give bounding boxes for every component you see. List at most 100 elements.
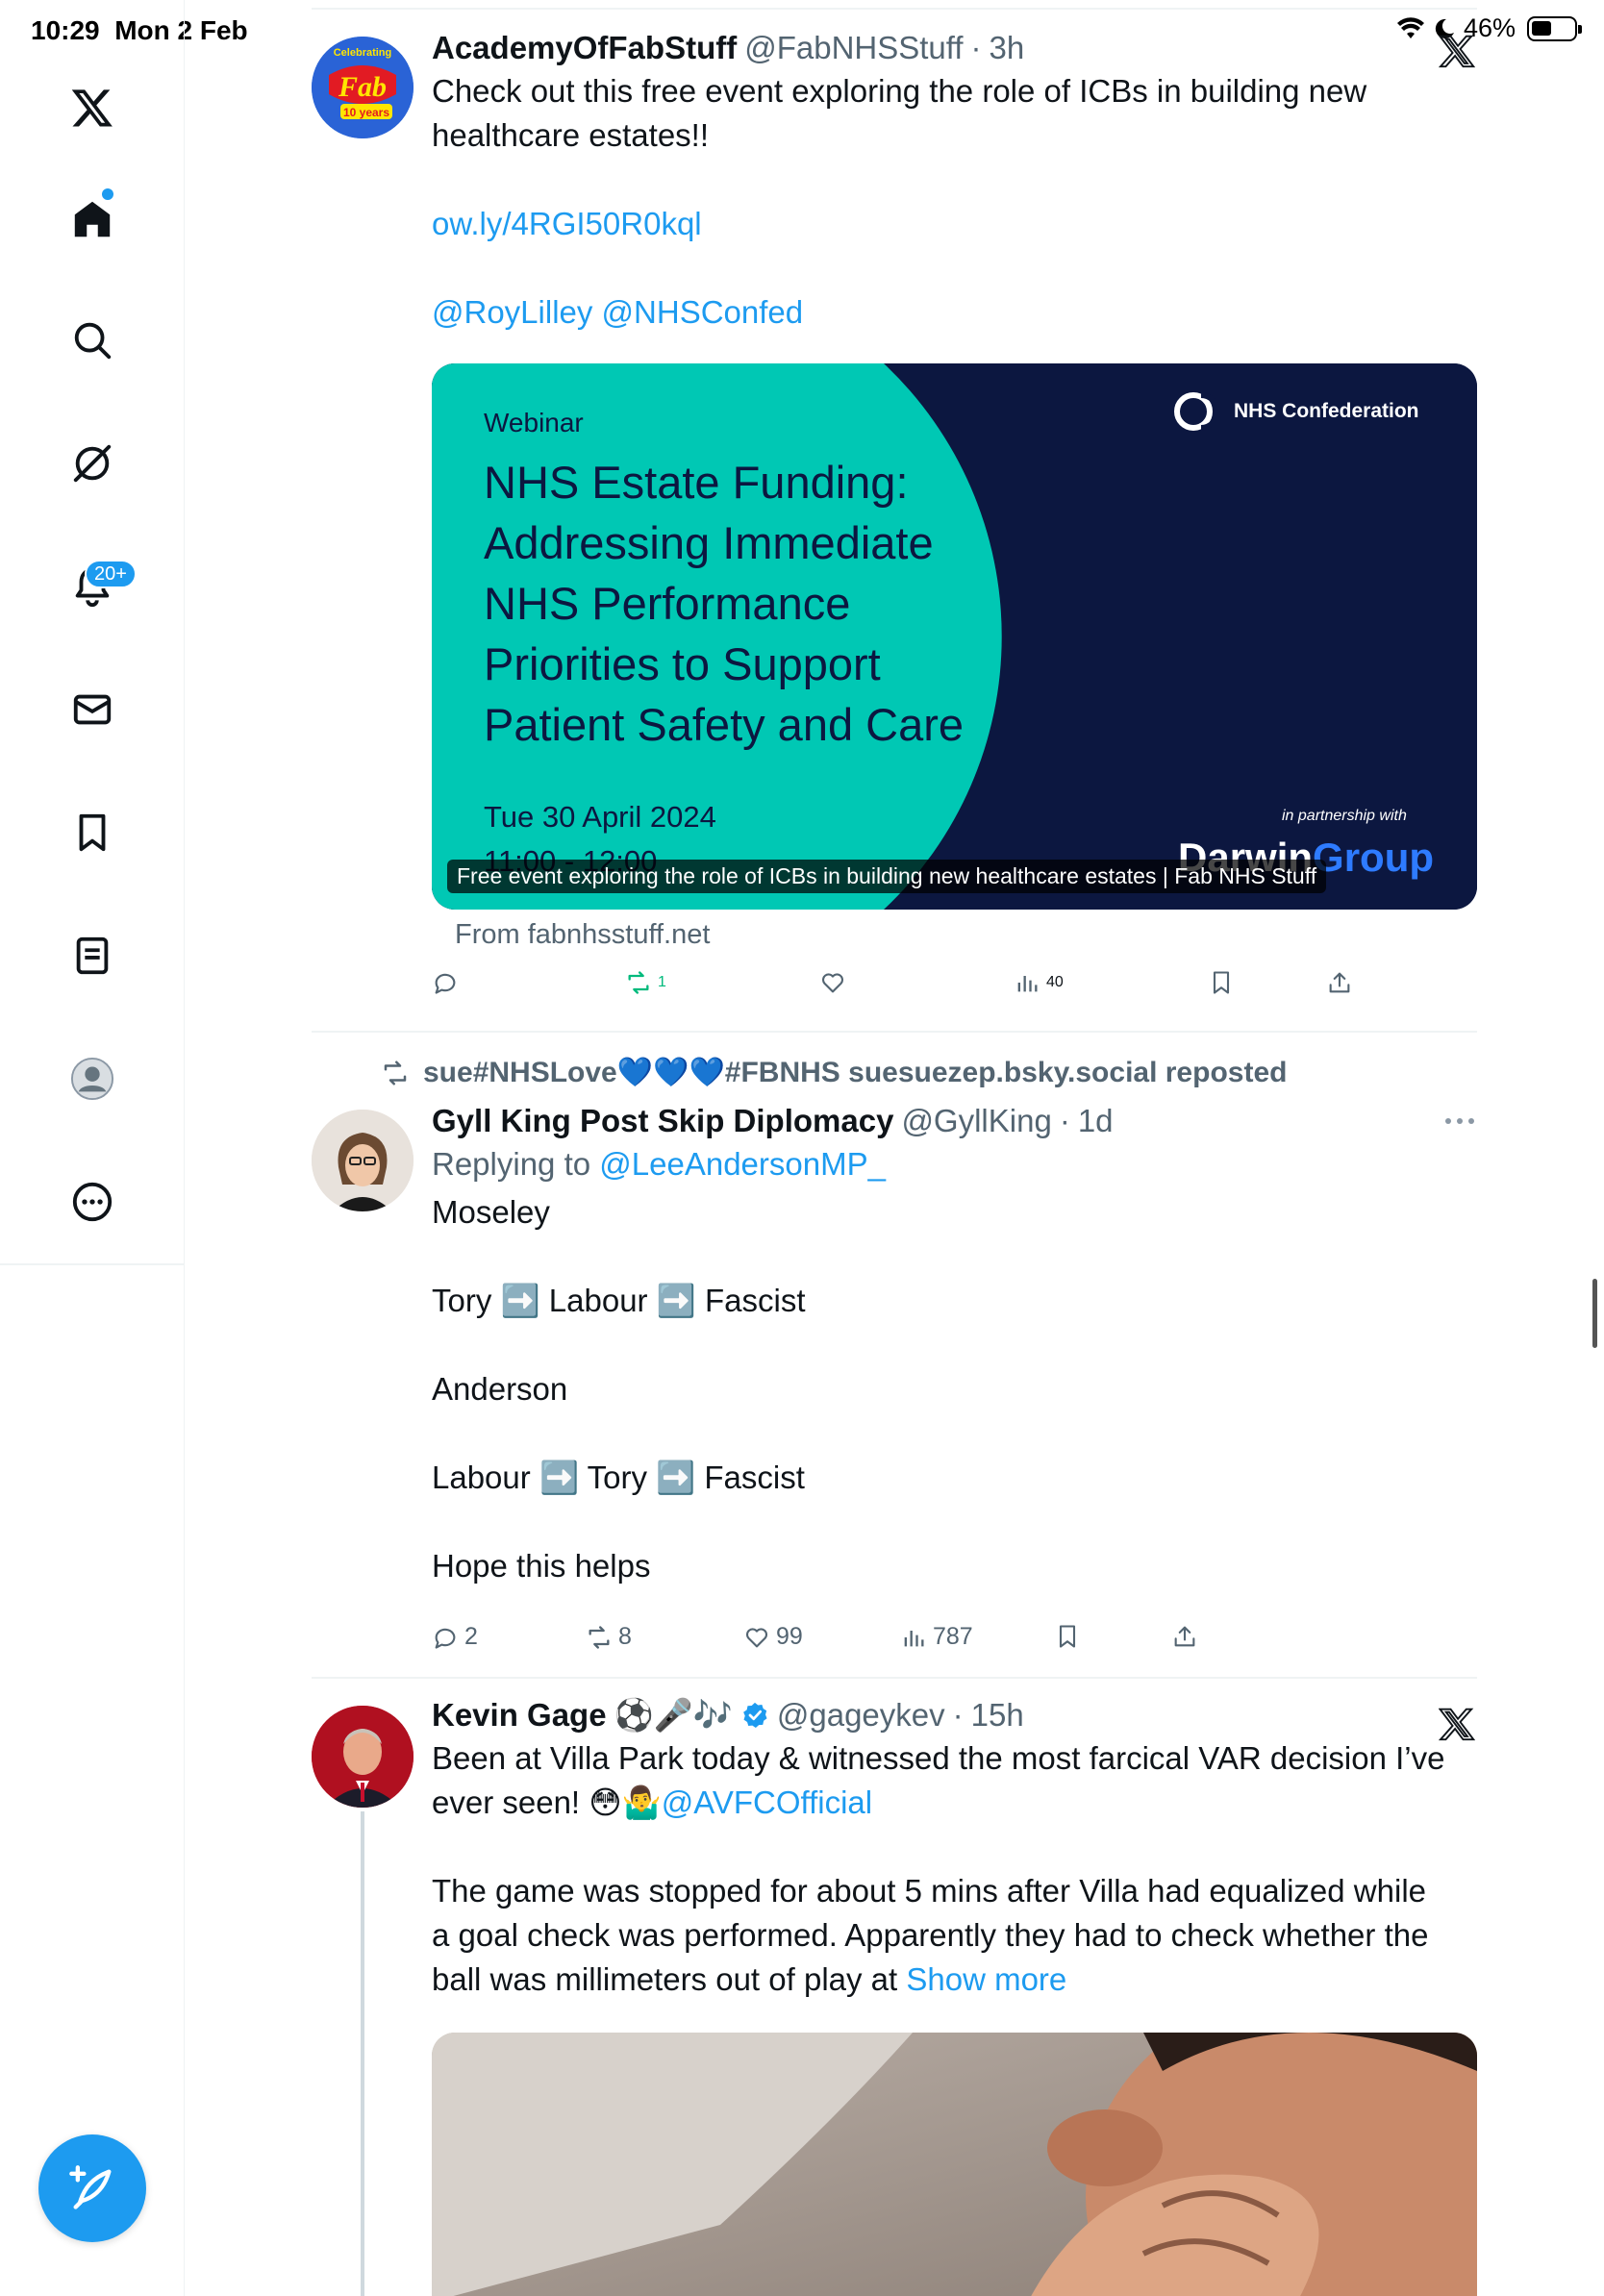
text-segment: ever seen! 😳🤷‍♂️ [432, 1784, 662, 1820]
avatar[interactable] [312, 1110, 414, 1211]
repost-icon [628, 971, 649, 994]
reply-button[interactable]: 2 [432, 1623, 478, 1651]
tweet-link[interactable]: ow.ly/4RGI50R0kql [432, 202, 1477, 246]
display-name[interactable]: Gyll King Post Skip Diplomacy [432, 1102, 893, 1140]
notification-count-badge: 20+ [85, 560, 137, 588]
share-icon [1329, 972, 1350, 993]
tweet-line: Tory ➡️ Labour ➡️ Fascist [432, 1279, 1477, 1323]
show-more-link[interactable]: Show more [906, 1961, 1066, 1997]
scroll-indicator[interactable] [1592, 1279, 1597, 1348]
views-button[interactable]: 787 [900, 1623, 973, 1651]
card-caption: Free event exploring the role of ICBs in… [447, 860, 1327, 893]
profile-avatar-icon[interactable] [54, 1040, 131, 1117]
timestamp[interactable]: 15h [971, 1696, 1024, 1734]
more-options-icon[interactable] [54, 1163, 131, 1240]
card-org-logo: NHS Confederation [1234, 400, 1419, 422]
reply-icon [435, 1628, 456, 1649]
sidebar-divider [0, 1263, 185, 1265]
views-bar-chart-icon [1017, 976, 1038, 992]
card-date: Tue 30 April 2024 [484, 800, 716, 834]
search-icon[interactable] [54, 302, 131, 379]
tweet-mentions[interactable]: @RoyLilley @NHSConfed [432, 290, 1477, 335]
avatar-text-middle: Fab [338, 71, 387, 103]
tweet-body: Kevin Gage ⚽🎤🎶 @gageykev · 15h Been at V… [432, 1696, 1477, 2002]
avatar[interactable]: Celebrating Fab 10 years [312, 37, 414, 138]
tweet-header: Kevin Gage ⚽🎤🎶 @gageykev · 15h [432, 1696, 1477, 1734]
display-name[interactable]: Kevin Gage [432, 1696, 607, 1734]
views-count: 40 [1046, 974, 1064, 990]
timestamp[interactable]: 3h [990, 29, 1025, 67]
x-logo-icon [1439, 35, 1475, 68]
handle[interactable]: @gageykev [777, 1696, 945, 1734]
home-icon[interactable] [54, 181, 131, 258]
tweet-line: Hope this helps [432, 1548, 651, 1584]
like-button[interactable]: 99 [743, 1623, 803, 1651]
repost-context[interactable]: sue#NHSLove💙💙💙#FBNHS suesuezep.bsky.soci… [381, 1056, 1287, 1089]
facepalm-photo [432, 2033, 1477, 2296]
tweet-header: Gyll King Post Skip Diplomacy @GyllKing … [432, 1102, 1477, 1140]
lists-icon[interactable] [54, 917, 131, 994]
share-button[interactable] [1171, 1623, 1198, 1650]
verified-badge-icon [742, 1702, 767, 1728]
avatar-photo [312, 1110, 414, 1211]
tweet-gyllking[interactable]: sue#NHSLove💙💙💙#FBNHS suesuezep.bsky.soci… [312, 1056, 1477, 1671]
link-preview-card[interactable]: Webinar NHS Estate Funding: Addressing I… [432, 363, 1477, 910]
tweet-line: Anderson [432, 1371, 568, 1407]
repost-icon [589, 1625, 610, 1649]
word: Fascist [704, 1283, 806, 1318]
messages-envelope-icon[interactable] [54, 671, 131, 748]
avatar[interactable] [312, 1706, 414, 1808]
word: Tory [587, 1460, 647, 1495]
x-logo-icon [1439, 1708, 1475, 1741]
word: Fascist [704, 1460, 805, 1495]
tweet-media-image[interactable] [432, 2033, 1477, 2296]
avatar-text-bottom: 10 years [343, 106, 389, 119]
tweet-line: Been at Villa Park today & witnessed the… [432, 1740, 1445, 1776]
reply-count: 2 [464, 1623, 478, 1650]
bookmark-button[interactable] [1054, 1623, 1081, 1650]
reply-button[interactable] [432, 969, 459, 996]
word: Labour [432, 1460, 531, 1495]
card-title-line: Priorities to Support [484, 638, 881, 689]
share-icon [1174, 1626, 1195, 1647]
heart-icon [821, 973, 844, 993]
bookmark-icon [1213, 971, 1230, 994]
tweet-header: AcademyOfFabStuff @FabNHSStuff · 3h [432, 29, 1477, 67]
like-count: 99 [776, 1623, 803, 1650]
bookmarks-icon[interactable] [54, 794, 131, 871]
like-button[interactable] [819, 969, 846, 996]
handle[interactable]: @GyllKing [901, 1102, 1051, 1140]
x-logo-icon[interactable] [54, 69, 131, 146]
fab-10-years-logo: Celebrating Fab 10 years [312, 37, 414, 138]
tweet-line: ever seen! 😳🤷‍♂️@AVFCOfficial [432, 1781, 1477, 1825]
right-arrow-icon: ➡️ [656, 1283, 696, 1318]
replying-to: Replying to @LeeAndersonMP_ [432, 1142, 1477, 1186]
card-source[interactable]: From fabnhsstuff.net [455, 919, 710, 951]
more-options-dots-icon[interactable] [1442, 1113, 1477, 1129]
display-name[interactable]: AcademyOfFabStuff [432, 29, 737, 67]
replying-to-handle[interactable]: @LeeAndersonMP_ [599, 1146, 886, 1182]
handle[interactable]: @FabNHSStuff [744, 29, 963, 67]
tweet-line: Labour ➡️ Tory ➡️ Fascist [432, 1456, 1477, 1500]
tweet-actions: 1 40 [312, 969, 1477, 1008]
mention-link[interactable]: @AVFCOfficial [662, 1784, 872, 1820]
text-segment: ball was millimeters out of play at [432, 1961, 898, 1997]
views-bar-chart-icon [904, 1630, 924, 1646]
partner-name-b: Group [1313, 835, 1435, 880]
bookmark-button[interactable] [1208, 969, 1235, 996]
compose-post-button[interactable] [38, 2134, 146, 2242]
right-arrow-icon: ➡️ [500, 1283, 540, 1318]
right-arrow-icon: ➡️ [656, 1460, 696, 1495]
tweet-kevingage[interactable]: Kevin Gage ⚽🎤🎶 @gageykev · 15h Been at V… [312, 1696, 1477, 2296]
repost-button[interactable]: 8 [586, 1623, 632, 1651]
tweet-line: The game was stopped for about 5 mins af… [432, 1873, 1427, 1909]
right-arrow-icon: ➡️ [539, 1460, 580, 1495]
timestamp[interactable]: 1d [1078, 1102, 1114, 1140]
grok-icon[interactable] [54, 425, 131, 502]
share-button[interactable] [1326, 969, 1353, 996]
views-button[interactable]: 40 [1014, 969, 1064, 996]
card-partner-label: in partnership with [1282, 808, 1407, 824]
card-title-line: NHS Estate Funding: [484, 457, 909, 508]
repost-button[interactable]: 1 [625, 969, 666, 996]
replying-to-label: Replying to [432, 1146, 591, 1182]
